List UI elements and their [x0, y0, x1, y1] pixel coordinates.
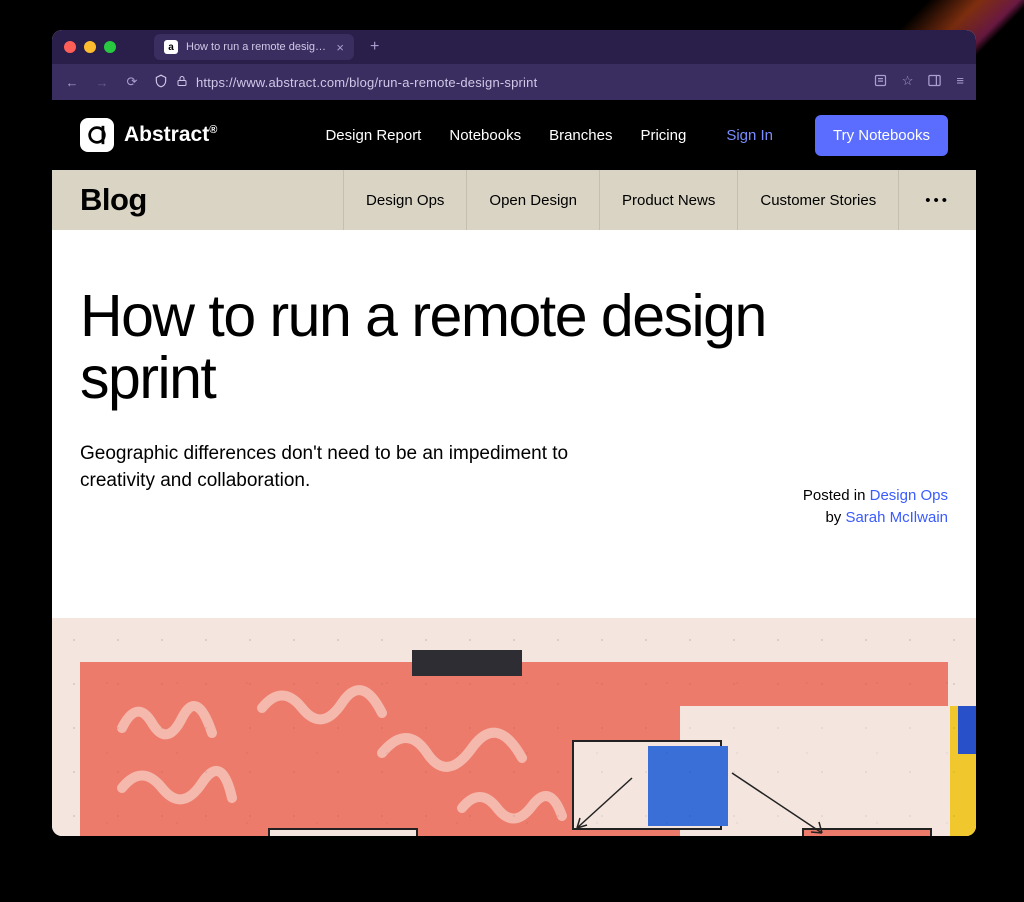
- reader-mode-icon[interactable]: [873, 73, 888, 91]
- menu-icon[interactable]: ≡: [956, 73, 964, 91]
- article-author-link[interactable]: Sarah McIlwain: [845, 509, 948, 526]
- blog-subnav: Blog Design Ops Open Design Product News…: [52, 170, 976, 230]
- brand-suffix: ®: [209, 124, 217, 136]
- blog-tab-product-news[interactable]: Product News: [599, 170, 737, 230]
- article-category-link[interactable]: Design Ops: [870, 487, 948, 504]
- url-bar: ← → ⟳ https://www.abstract.com/blog/run-…: [52, 64, 976, 100]
- browser-window: a How to run a remote design spri × + ← …: [52, 30, 976, 836]
- nav-pricing[interactable]: Pricing: [640, 127, 686, 144]
- blog-tab-open-design[interactable]: Open Design: [466, 170, 599, 230]
- titlebar: a How to run a remote design spri × +: [52, 30, 976, 64]
- bookmark-icon[interactable]: ☆: [902, 73, 914, 91]
- shield-icon: [154, 74, 168, 91]
- nav-notebooks[interactable]: Notebooks: [449, 127, 521, 144]
- blog-tab-customer-stories[interactable]: Customer Stories: [737, 170, 898, 230]
- by-label: by: [825, 509, 845, 526]
- article: How to run a remote design sprint Geogra…: [52, 230, 976, 530]
- sign-in-link[interactable]: Sign In: [726, 127, 773, 144]
- tab-close-button[interactable]: ×: [336, 40, 344, 55]
- blog-heading: Blog: [80, 170, 343, 230]
- blog-tab-design-ops[interactable]: Design Ops: [343, 170, 466, 230]
- maximize-window-button[interactable]: [104, 41, 116, 53]
- close-window-button[interactable]: [64, 41, 76, 53]
- window-controls: [64, 41, 116, 53]
- site-header: Abstract® Design Report Notebooks Branch…: [52, 100, 976, 170]
- minimize-window-button[interactable]: [84, 41, 96, 53]
- tab-title: How to run a remote design spri: [186, 41, 328, 53]
- new-tab-button[interactable]: +: [370, 38, 379, 56]
- lock-icon: [176, 75, 188, 90]
- forward-button[interactable]: →: [94, 75, 110, 90]
- blog-tab-more[interactable]: •••: [898, 170, 976, 230]
- reload-button[interactable]: ⟳: [124, 74, 140, 90]
- back-button[interactable]: ←: [64, 75, 80, 90]
- posted-in-label: Posted in: [803, 487, 870, 504]
- tab-favicon: a: [164, 40, 178, 54]
- url-text: https://www.abstract.com/blog/run-a-remo…: [196, 75, 537, 90]
- article-title: How to run a remote design sprint: [80, 286, 820, 410]
- brand-logo-icon: [80, 118, 114, 152]
- try-notebooks-button[interactable]: Try Notebooks: [815, 115, 948, 156]
- nav-branches[interactable]: Branches: [549, 127, 612, 144]
- address-field[interactable]: https://www.abstract.com/blog/run-a-remo…: [154, 74, 859, 91]
- brand-name: Abstract: [124, 123, 209, 146]
- brand[interactable]: Abstract®: [80, 118, 217, 152]
- nav-design-report[interactable]: Design Report: [325, 127, 421, 144]
- browser-tab[interactable]: a How to run a remote design spri ×: [154, 34, 354, 60]
- sidebar-icon[interactable]: [927, 73, 942, 91]
- hero-illustration: [52, 618, 976, 836]
